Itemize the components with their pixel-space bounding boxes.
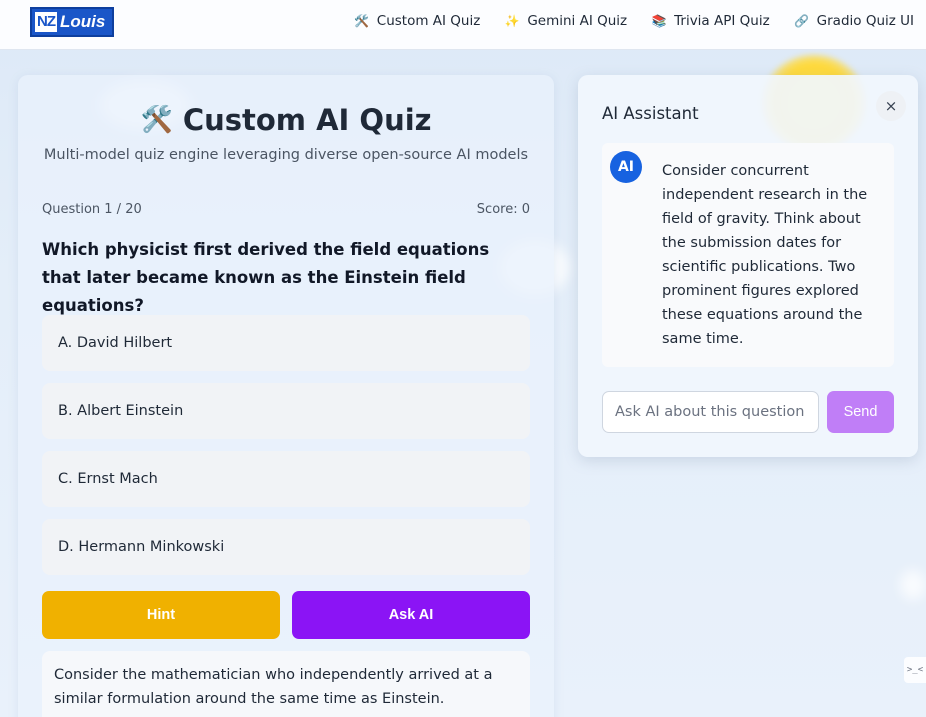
answer-option-c[interactable]: C. Ernst Mach [42, 451, 530, 507]
nav-custom-ai-quiz[interactable]: 🛠️ Custom AI Quiz [354, 13, 481, 29]
answer-option-b[interactable]: B. Albert Einstein [42, 383, 530, 439]
logo-word-text: Louis [60, 12, 106, 31]
ai-assistant-title: AI Assistant [602, 104, 699, 123]
books-icon: 📚 [651, 14, 667, 28]
nav-label: Trivia API Quiz [674, 13, 770, 29]
tools-icon: 🛠️ [354, 14, 370, 28]
link-icon: 🔗 [794, 14, 810, 28]
main-nav: 🛠️ Custom AI Quiz ✨ Gemini AI Quiz 📚 Tri… [354, 13, 914, 29]
page-title-text: Custom AI Quiz [182, 103, 432, 137]
answer-option-a[interactable]: A. David Hilbert [42, 315, 530, 371]
nav-trivia-api-quiz[interactable]: 📚 Trivia API Quiz [651, 13, 770, 29]
ai-question-input[interactable] [602, 391, 819, 433]
ask-ai-button[interactable]: Ask AI [292, 591, 530, 639]
nav-label: Gradio Quiz UI [816, 13, 914, 29]
sparkles-icon: ✨ [504, 14, 520, 28]
site-logo[interactable]: NZ Louis [30, 7, 114, 37]
question-progress: Question 1 / 20 [42, 202, 142, 217]
question-text: Which physicist first derived the field … [42, 240, 490, 315]
close-icon[interactable]: × [876, 91, 906, 121]
ai-avatar: AI [610, 151, 642, 183]
ai-message: AI Consider concurrent independent resea… [602, 143, 894, 367]
score-display: Score: 0 [476, 202, 530, 217]
nav-label: Gemini AI Quiz [527, 13, 628, 29]
nav-label: Custom AI Quiz [376, 13, 481, 29]
top-navigation-bar: NZ Louis 🛠️ Custom AI Quiz ✨ Gemini AI Q… [0, 0, 926, 50]
page-subtitle: Multi-model quiz engine leveraging diver… [43, 147, 529, 163]
terminal-icon[interactable]: >_< [904, 657, 926, 683]
logo-box-text: NZ [35, 12, 57, 32]
nav-gradio-quiz-ui[interactable]: 🔗 Gradio Quiz UI [794, 13, 914, 29]
cloud-decoration [900, 570, 926, 600]
quiz-card: 🛠️ Custom AI Quiz Multi-model quiz engin… [18, 75, 554, 717]
nav-gemini-ai-quiz[interactable]: ✨ Gemini AI Quiz [504, 13, 627, 29]
send-button[interactable]: Send [827, 391, 894, 433]
ai-assistant-panel: AI Assistant × AI Consider concurrent in… [578, 75, 918, 457]
tools-icon: 🛠️ [140, 105, 173, 135]
hint-text: Consider the mathematician who independe… [42, 651, 530, 717]
answer-option-d[interactable]: D. Hermann Minkowski [42, 519, 530, 575]
hint-button[interactable]: Hint [42, 591, 280, 639]
page-title: 🛠️ Custom AI Quiz [18, 103, 554, 137]
ai-message-text: Consider concurrent independent research… [662, 163, 868, 347]
